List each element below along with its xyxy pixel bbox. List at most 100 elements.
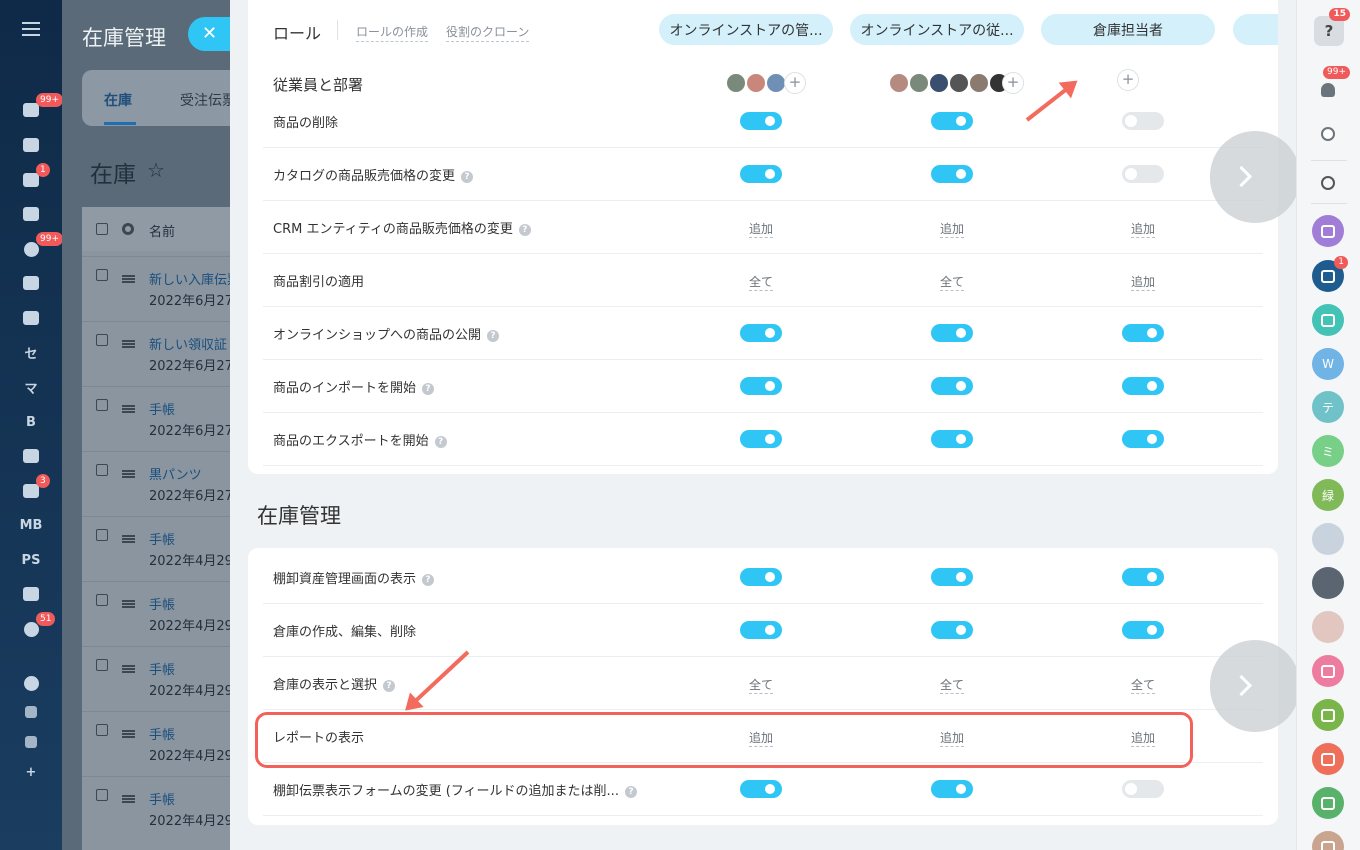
- permission-toggle[interactable]: [740, 324, 782, 342]
- nav-item-help-icon[interactable]: [0, 668, 62, 698]
- nav-item-ma[interactable]: マ: [0, 372, 62, 402]
- nav-item-cards-icon[interactable]: [0, 303, 62, 333]
- permission-toggle[interactable]: [1122, 780, 1164, 798]
- row-menu-icon[interactable]: [122, 275, 135, 283]
- permission-toggle[interactable]: [740, 165, 782, 183]
- nav-item-document-icon[interactable]: [0, 441, 62, 471]
- nav-item-status-icon[interactable]: 51: [0, 612, 62, 644]
- permission-value-dropdown[interactable]: 全て: [740, 676, 782, 694]
- gear-icon[interactable]: [122, 223, 134, 235]
- permission-toggle[interactable]: [1122, 621, 1164, 639]
- permission-toggle[interactable]: [931, 568, 973, 586]
- row-name[interactable]: 手帳: [149, 659, 175, 678]
- row-menu-icon[interactable]: [122, 795, 135, 803]
- table-row[interactable]: 手帳 2022年4月29日: [82, 776, 230, 840]
- permission-toggle[interactable]: [1122, 112, 1164, 130]
- role-tab-online-store-staff[interactable]: オンラインストアの従...: [850, 14, 1024, 45]
- channel-button[interactable]: [1312, 304, 1344, 336]
- nav-item-chat-icon[interactable]: 1: [0, 163, 62, 195]
- row-checkbox[interactable]: [96, 399, 108, 411]
- calendar-chat-button[interactable]: [1312, 655, 1344, 687]
- permission-toggle[interactable]: [1122, 377, 1164, 395]
- help-button[interactable]: ? 15: [1314, 8, 1350, 46]
- permission-toggle[interactable]: [1122, 165, 1164, 183]
- nav-item-network-icon[interactable]: [0, 697, 62, 727]
- add-employee-button[interactable]: +: [784, 72, 806, 94]
- nav-item-ps[interactable]: PS: [0, 545, 62, 575]
- help-icon[interactable]: ?: [624, 786, 637, 798]
- row-name[interactable]: 新しい領収証: [149, 334, 227, 353]
- permission-toggle[interactable]: [740, 112, 782, 130]
- nav-item-b[interactable]: B: [0, 407, 62, 437]
- help-icon[interactable]: ?: [518, 224, 531, 236]
- channel-button[interactable]: [1312, 699, 1344, 731]
- chat-w[interactable]: W: [1312, 348, 1344, 380]
- select-all-checkbox[interactable]: [96, 223, 108, 235]
- nav-item-store-icon[interactable]: [0, 579, 62, 609]
- permission-toggle[interactable]: [740, 430, 782, 448]
- table-row[interactable]: 手帳 2022年6月27日: [82, 386, 230, 450]
- group-chat-button[interactable]: 1: [1312, 256, 1348, 292]
- avatar[interactable]: [1312, 523, 1344, 555]
- permission-toggle[interactable]: [931, 324, 973, 342]
- table-row[interactable]: 新しい入庫伝票 2022年6月27日: [82, 256, 230, 320]
- row-menu-icon[interactable]: [122, 535, 135, 543]
- tab-orders[interactable]: 受注伝票: [180, 90, 230, 110]
- help-icon[interactable]: ?: [434, 436, 447, 448]
- permission-toggle[interactable]: [740, 568, 782, 586]
- help-icon[interactable]: ?: [422, 574, 435, 586]
- table-row[interactable]: 手帳 2022年4月29日: [82, 646, 230, 710]
- messenger-button[interactable]: [1312, 118, 1344, 150]
- avatar[interactable]: [909, 73, 929, 93]
- nav-item-robot-icon[interactable]: 3: [0, 474, 62, 506]
- avatar[interactable]: [929, 73, 949, 93]
- permission-value-dropdown[interactable]: 全て: [931, 676, 973, 694]
- table-row[interactable]: 黒パンツ 2022年6月27日: [82, 451, 230, 515]
- avatar[interactable]: [746, 73, 766, 93]
- permission-value-dropdown[interactable]: 全て: [1122, 676, 1164, 694]
- add-employee-button[interactable]: +: [1002, 72, 1024, 94]
- scroll-right-button[interactable]: [1210, 640, 1296, 732]
- avatar[interactable]: [889, 73, 909, 93]
- row-menu-icon[interactable]: [122, 665, 135, 673]
- nav-item-contacts-icon[interactable]: [0, 268, 62, 298]
- row-name[interactable]: 手帳: [149, 399, 175, 418]
- row-checkbox[interactable]: [96, 724, 108, 736]
- nav-item-add-icon[interactable]: +: [0, 757, 62, 787]
- row-name[interactable]: 手帳: [149, 529, 175, 548]
- permission-toggle[interactable]: [931, 780, 973, 798]
- close-slider-button[interactable]: ✕: [188, 17, 230, 51]
- nav-item-mb[interactable]: MB: [0, 510, 62, 540]
- row-checkbox[interactable]: [96, 464, 108, 476]
- group-chat-button[interactable]: [1312, 787, 1344, 819]
- permission-toggle[interactable]: [740, 621, 782, 639]
- role-tab-more[interactable]: [1233, 14, 1278, 45]
- row-name[interactable]: 手帳: [149, 724, 175, 743]
- nav-item-calendar-icon[interactable]: [0, 199, 62, 229]
- permission-toggle[interactable]: [931, 621, 973, 639]
- help-icon[interactable]: ?: [383, 680, 396, 692]
- tasks-chat-button[interactable]: [1312, 215, 1344, 247]
- add-employee-button[interactable]: +: [1117, 69, 1139, 91]
- permission-toggle[interactable]: [931, 112, 973, 130]
- row-menu-icon[interactable]: [122, 405, 135, 413]
- row-checkbox[interactable]: [96, 334, 108, 346]
- chat-te[interactable]: テ: [1312, 391, 1344, 423]
- row-menu-icon[interactable]: [122, 340, 135, 348]
- permission-value-dropdown[interactable]: 追加: [931, 220, 973, 238]
- scroll-right-button[interactable]: [1210, 131, 1296, 223]
- clone-role-link[interactable]: 役割のクローン: [446, 23, 530, 42]
- nav-item-tasks-icon[interactable]: 99+: [0, 93, 63, 125]
- row-name[interactable]: 手帳: [149, 789, 175, 808]
- tab-inventory[interactable]: 在庫: [104, 90, 132, 110]
- permission-value-dropdown[interactable]: 追加: [740, 220, 782, 238]
- permission-toggle[interactable]: [1122, 430, 1164, 448]
- table-row[interactable]: 新しい領収証 2022年6月27日: [82, 321, 230, 385]
- role-tab-online-store-manager[interactable]: オンラインストアの管...: [659, 14, 833, 45]
- nav-item-settings-icon[interactable]: [0, 727, 62, 757]
- row-menu-icon[interactable]: [122, 730, 135, 738]
- permission-value-dropdown[interactable]: 追加: [1122, 220, 1164, 238]
- table-row[interactable]: 手帳 2022年4月29日: [82, 516, 230, 580]
- menu-icon[interactable]: [22, 22, 40, 36]
- permission-toggle[interactable]: [740, 780, 782, 798]
